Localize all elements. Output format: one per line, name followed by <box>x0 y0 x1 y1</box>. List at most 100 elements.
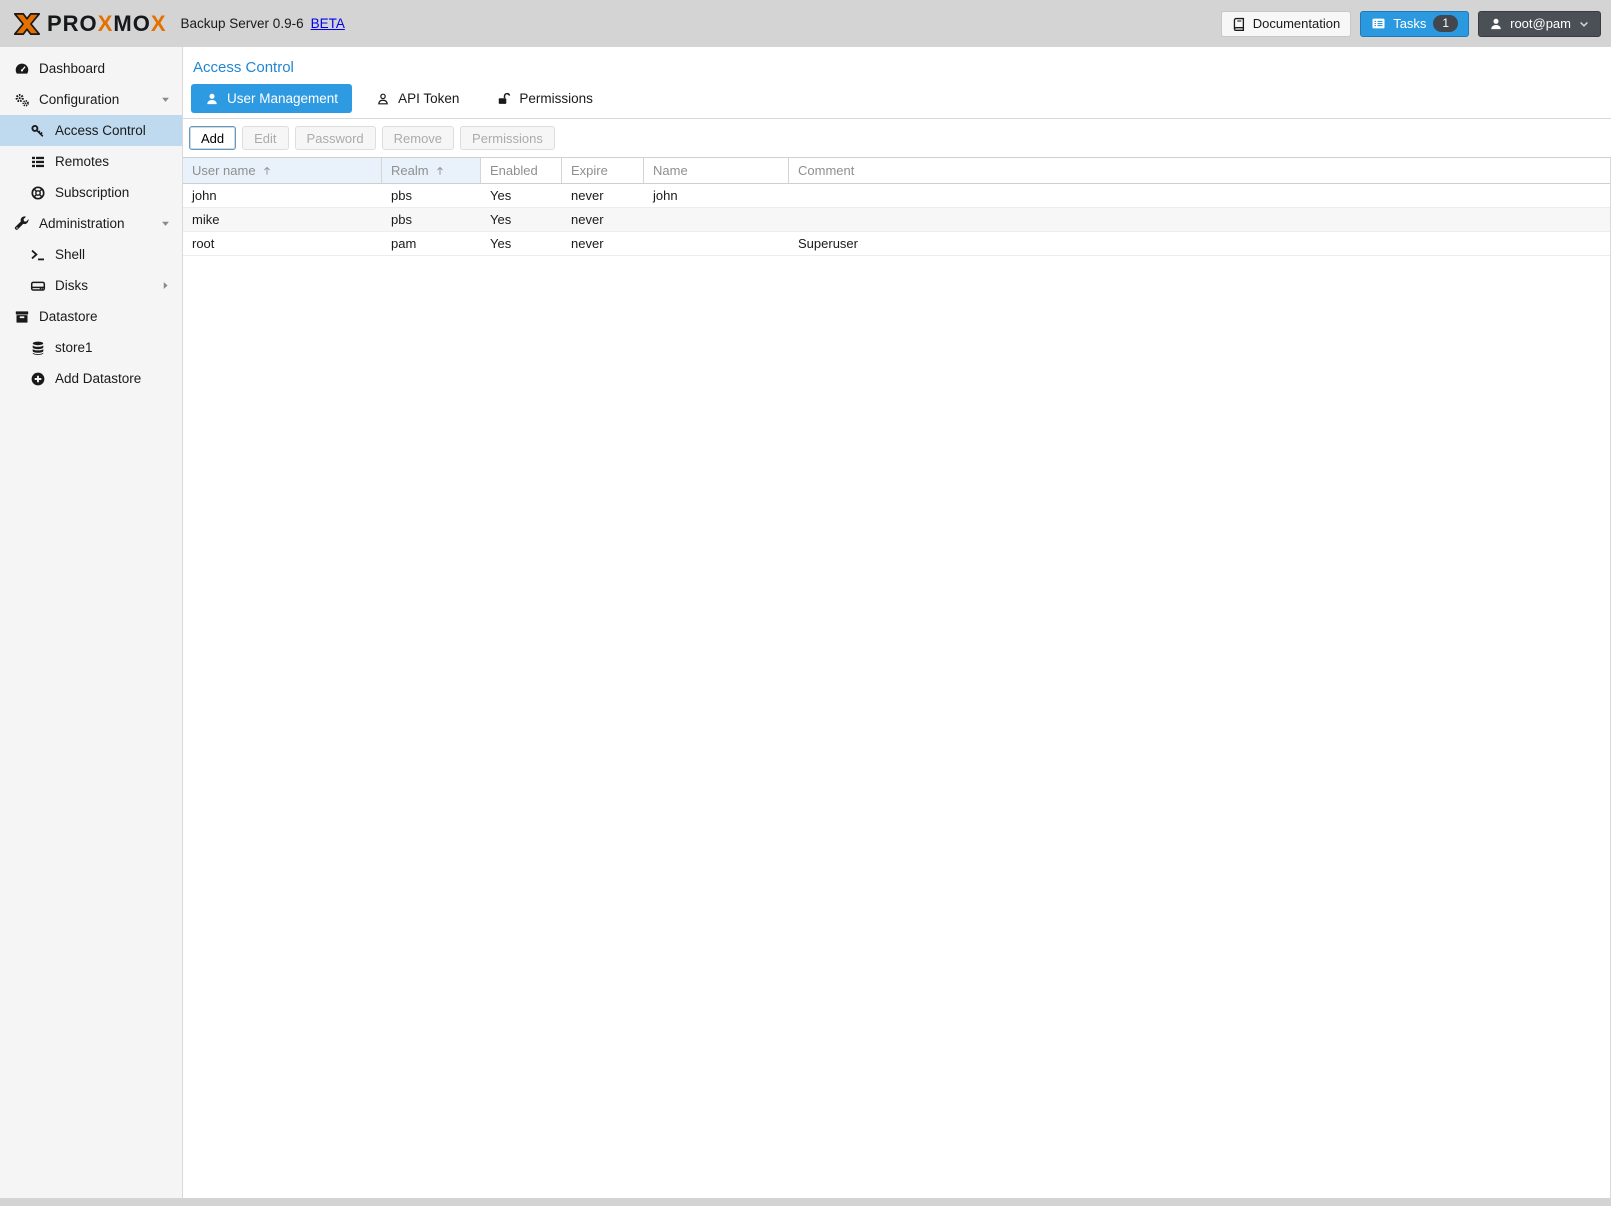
sidebar-item-remotes[interactable]: Remotes <box>0 146 182 177</box>
life-ring-icon <box>29 185 46 201</box>
book-icon <box>1232 17 1246 31</box>
sidebar-item-configuration[interactable]: Configuration <box>0 84 182 115</box>
top-header-bar: PROXMOX Backup Server 0.9-6 BETA Documen… <box>0 0 1611 47</box>
tab-strip: User Management API Token Permissions <box>183 79 1611 119</box>
column-label: Name <box>653 163 688 178</box>
users-table: User name Realm Enabled Expire <box>183 157 1611 1198</box>
tasks-count-badge: 1 <box>1433 15 1458 32</box>
column-header-realm[interactable]: Realm <box>382 158 481 183</box>
cell-realm: pam <box>382 236 481 251</box>
column-label: Enabled <box>490 163 538 178</box>
column-header-expire[interactable]: Expire <box>562 158 644 183</box>
unlock-icon <box>497 92 511 106</box>
sidebar-item-shell[interactable]: Shell <box>0 239 182 270</box>
sidebar-item-subscription[interactable]: Subscription <box>0 177 182 208</box>
sidebar-item-administration[interactable]: Administration <box>0 208 182 239</box>
hdd-icon <box>29 278 46 294</box>
sidebar-item-label: Disks <box>55 278 88 293</box>
key-icon <box>29 123 46 139</box>
expand-right-icon[interactable] <box>160 280 182 291</box>
tab-label: User Management <box>227 91 338 106</box>
proxmox-x-mark-icon <box>10 7 44 41</box>
user-label: root@pam <box>1510 16 1571 31</box>
main-panel: Access Control User Management API Token… <box>183 47 1611 1198</box>
sidebar-item-label: Datastore <box>39 309 98 324</box>
cell-expire: never <box>562 212 644 227</box>
cell-user-name: mike <box>183 212 382 227</box>
user-icon <box>205 92 219 106</box>
column-header-user-name[interactable]: User name <box>183 158 382 183</box>
sidebar-item-label: Remotes <box>55 154 109 169</box>
sidebar-item-label: Configuration <box>39 92 119 107</box>
sidebar-item-disks[interactable]: Disks <box>0 270 182 301</box>
sort-up-icon <box>261 164 273 177</box>
column-header-comment[interactable]: Comment <box>789 158 1610 183</box>
edit-button[interactable]: Edit <box>242 126 288 150</box>
table-header-row: User name Realm Enabled Expire <box>183 157 1610 184</box>
documentation-label: Documentation <box>1253 16 1340 31</box>
page-title: Access Control <box>183 47 1611 79</box>
column-label: Comment <box>798 163 854 178</box>
sidebar-item-access-control[interactable]: Access Control <box>0 115 182 146</box>
proxmox-wordmark: PROXMOX <box>47 13 167 35</box>
sidebar-item-store1[interactable]: store1 <box>0 332 182 363</box>
product-version-label: Backup Server 0.9-6 <box>181 16 304 31</box>
sidebar-item-label: store1 <box>55 340 93 355</box>
cogs-icon <box>13 92 30 108</box>
permissions-button[interactable]: Permissions <box>460 126 555 150</box>
cell-name: john <box>644 188 789 203</box>
cell-enabled: Yes <box>481 212 562 227</box>
password-button[interactable]: Password <box>295 126 376 150</box>
expand-down-icon[interactable] <box>160 218 182 229</box>
sidebar-item-dashboard[interactable]: Dashboard <box>0 53 182 84</box>
tasks-button[interactable]: Tasks 1 <box>1360 11 1469 37</box>
tasks-label: Tasks <box>1393 16 1426 31</box>
user-outline-icon <box>376 92 390 106</box>
user-menu-button[interactable]: root@pam <box>1478 11 1601 37</box>
cell-realm: pbs <box>382 188 481 203</box>
cell-realm: pbs <box>382 212 481 227</box>
cell-enabled: Yes <box>481 188 562 203</box>
list-icon <box>29 154 46 170</box>
tab-permissions[interactable]: Permissions <box>483 84 607 113</box>
tab-label: Permissions <box>519 91 593 106</box>
table-row-john[interactable]: john pbs Yes never john <box>183 184 1610 208</box>
dashboard-icon <box>13 61 30 77</box>
sidebar-item-add-datastore[interactable]: Add Datastore <box>0 363 182 394</box>
remove-button[interactable]: Remove <box>382 126 454 150</box>
user-icon <box>1489 17 1503 31</box>
sidebar-item-label: Shell <box>55 247 85 262</box>
table-row-mike[interactable]: mike pbs Yes never <box>183 208 1610 232</box>
cell-user-name: root <box>183 236 382 251</box>
documentation-button[interactable]: Documentation <box>1221 11 1351 37</box>
sidebar-item-label: Access Control <box>55 123 146 138</box>
add-button[interactable]: Add <box>189 126 236 150</box>
terminal-icon <box>29 247 46 263</box>
cell-comment: Superuser <box>789 236 1610 251</box>
sidebar-item-label: Subscription <box>55 185 129 200</box>
wrench-icon <box>13 216 30 232</box>
plus-circle-icon <box>29 371 46 387</box>
sidebar-item-datastore[interactable]: Datastore <box>0 301 182 332</box>
beta-link[interactable]: BETA <box>311 16 345 31</box>
sidebar-item-label: Add Datastore <box>55 371 141 386</box>
cell-enabled: Yes <box>481 236 562 251</box>
column-label: Realm <box>391 163 429 178</box>
cell-user-name: john <box>183 188 382 203</box>
proxmox-logo: PROXMOX <box>10 7 167 41</box>
column-header-name[interactable]: Name <box>644 158 789 183</box>
expand-down-icon[interactable] <box>160 94 182 105</box>
tab-label: API Token <box>398 91 459 106</box>
sidebar: Dashboard Configuration Access Control R… <box>0 47 183 1198</box>
sidebar-item-label: Administration <box>39 216 125 231</box>
cell-expire: never <box>562 188 644 203</box>
chevron-down-icon <box>1578 18 1590 30</box>
tab-user-management[interactable]: User Management <box>191 84 352 113</box>
database-icon <box>29 340 46 356</box>
table-row-root[interactable]: root pam Yes never Superuser <box>183 232 1610 256</box>
tab-api-token[interactable]: API Token <box>362 84 473 113</box>
column-label: User name <box>192 163 256 178</box>
column-header-enabled[interactable]: Enabled <box>481 158 562 183</box>
table-body: john pbs Yes never john mike pbs Yes nev… <box>183 184 1610 256</box>
tasks-list-icon <box>1371 16 1386 31</box>
